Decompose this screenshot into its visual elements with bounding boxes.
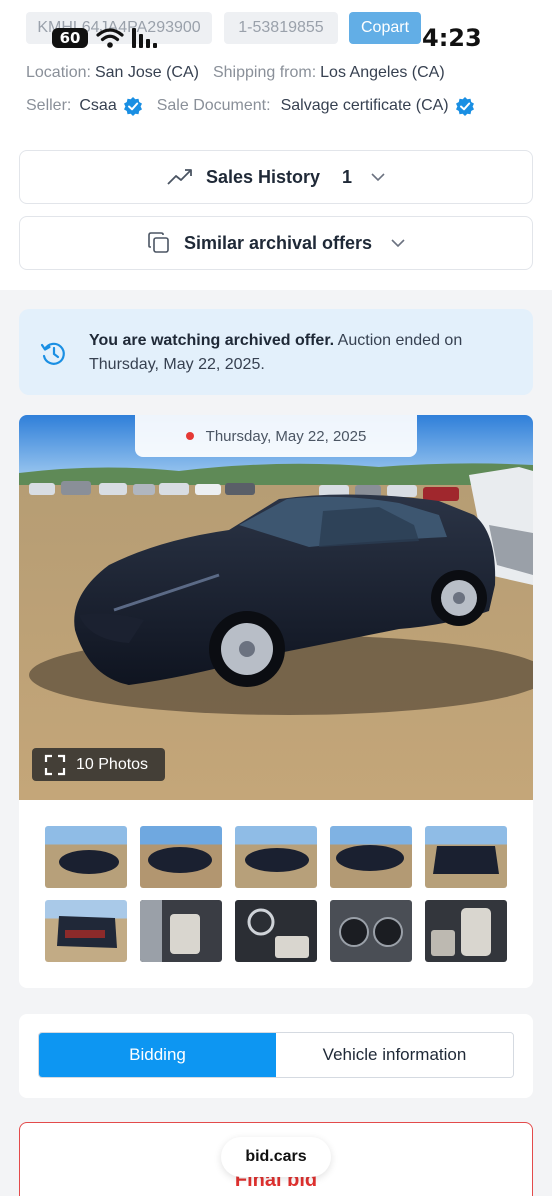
photos-count-button[interactable]: 10 Photos — [32, 748, 165, 781]
thumbnail-6[interactable] — [45, 900, 127, 962]
sales-history-button[interactable]: Sales History 1 — [19, 150, 533, 204]
main-vehicle-photo[interactable]: Thursday, May 22, 2025 10 Photos — [19, 415, 533, 800]
seller-label: Seller: — [26, 97, 72, 114]
photos-count-label: 10 Photos — [76, 755, 149, 773]
thumbnail-9[interactable] — [330, 900, 412, 962]
history-icon — [40, 342, 65, 365]
expand-icon — [44, 754, 66, 775]
status-bar: 60 4:23 — [52, 22, 492, 54]
photo-gallery: Thursday, May 22, 2025 10 Photos — [19, 415, 533, 988]
tab-bar: Bidding Vehicle information — [38, 1032, 514, 1078]
seller-value: Csaa — [79, 97, 117, 114]
thumbnail-8[interactable] — [235, 900, 317, 962]
trending-up-icon — [167, 169, 192, 185]
verified-icon — [455, 97, 474, 116]
thumbnail-10[interactable] — [425, 900, 507, 962]
location-value: San Jose (CA) — [94, 64, 199, 81]
copy-icon — [148, 232, 169, 253]
tab-vehicle-information[interactable]: Vehicle information — [276, 1033, 513, 1077]
signal-badge: 60 — [52, 28, 88, 48]
tab-bidding[interactable]: Bidding — [39, 1033, 276, 1077]
archived-notice-text: You are watching archived offer. Auction… — [89, 329, 509, 377]
bid-cars-badge[interactable]: bid.cars — [221, 1137, 331, 1177]
clock: 4:23 — [422, 24, 482, 52]
thumbnail-4[interactable] — [330, 826, 412, 888]
shipping-value: Los Angeles (CA) — [320, 64, 445, 81]
chevron-down-icon — [371, 173, 385, 182]
location-label: Location: — [26, 64, 91, 81]
thumbnail-2[interactable] — [140, 826, 222, 888]
sale-document-value: Salvage certificate (CA) — [280, 97, 449, 114]
sale-document-label: Sale Document: — [156, 97, 271, 114]
auction-date: Thursday, May 22, 2025 — [205, 427, 367, 445]
similar-offers-label: Similar archival offers — [183, 232, 373, 253]
thumbnail-1[interactable] — [45, 826, 127, 888]
thumbnail-7[interactable] — [140, 900, 222, 962]
auction-date-pill: Thursday, May 22, 2025 — [135, 415, 417, 457]
location-row: Location: San Jose (CA) Shipping from: L… — [26, 64, 445, 82]
live-dot — [185, 432, 194, 440]
shipping-label: Shipping from: — [212, 64, 317, 81]
archived-notice-bold: You are watching archived offer. — [89, 332, 335, 349]
vehicle-photo-image — [19, 415, 533, 800]
seller-row: Seller: Csaa Sale Document: Salvage cert… — [26, 96, 475, 116]
thumbnail-3[interactable] — [235, 826, 317, 888]
sales-history-count: 1 — [342, 166, 353, 187]
verified-icon — [123, 97, 142, 116]
tabs-card: Bidding Vehicle information — [19, 1014, 533, 1098]
chevron-down-icon — [391, 239, 405, 248]
similar-offers-button[interactable]: Similar archival offers — [19, 216, 533, 270]
cellular-signal-icon — [132, 28, 160, 48]
sales-history-label: Sales History — [205, 166, 321, 187]
thumbnail-5[interactable] — [425, 826, 507, 888]
wifi-icon — [96, 28, 124, 48]
archived-offer-notice: You are watching archived offer. Auction… — [19, 309, 533, 395]
